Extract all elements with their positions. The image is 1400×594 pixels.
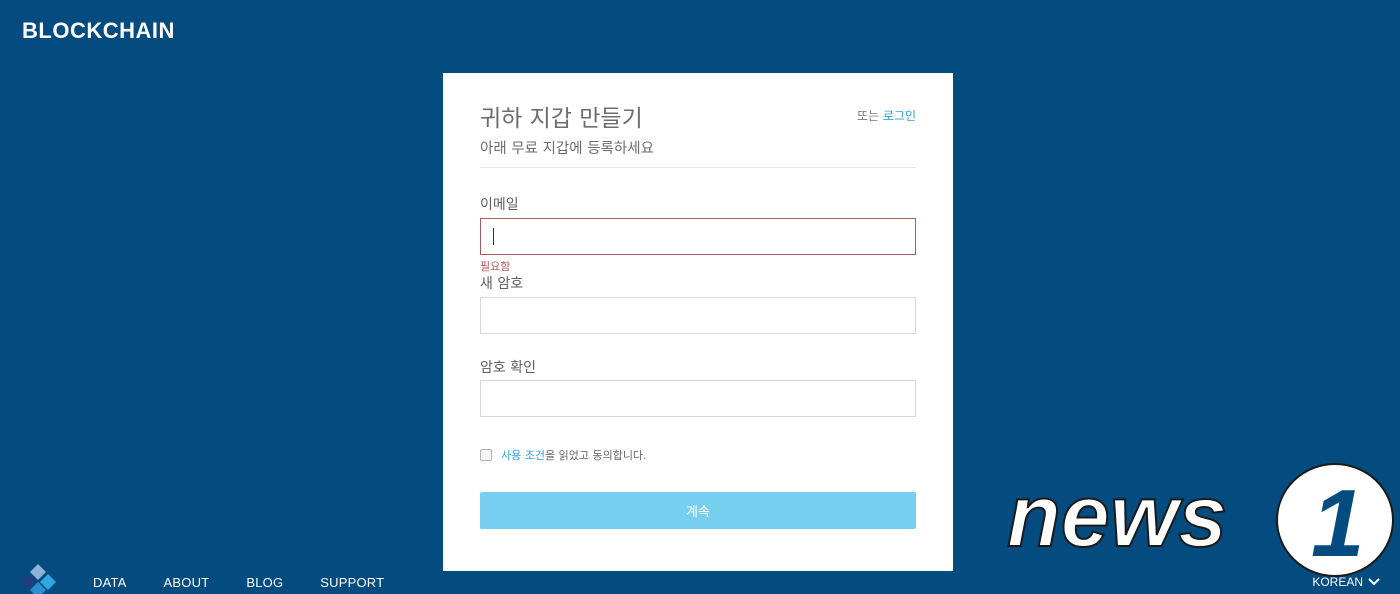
login-link[interactable]: 로그인 bbox=[883, 109, 916, 123]
divider bbox=[480, 167, 916, 168]
terms-text: 을 읽었고 동의합니다. bbox=[544, 449, 647, 462]
footer-link-blog[interactable]: BLOG bbox=[246, 575, 283, 590]
news1-watermark: news 1 bbox=[1006, 463, 1394, 577]
text-caret bbox=[493, 228, 494, 245]
confirm-password-label: 암호 확인 bbox=[480, 360, 536, 376]
page-subtitle: 아래 무료 지갑에 등록하세요 bbox=[480, 141, 654, 157]
footer-link-support[interactable]: SUPPORT bbox=[320, 575, 384, 590]
password-label: 새 암호 bbox=[480, 276, 524, 292]
email-error-message: 필요함 bbox=[480, 260, 511, 273]
blockchain-logo-icon[interactable] bbox=[18, 564, 58, 594]
email-input[interactable] bbox=[480, 218, 916, 255]
page-title: 귀하 지갑 만들기 bbox=[480, 106, 643, 132]
signup-card: 귀하 지갑 만들기 또는 로그인 아래 무료 지갑에 등록하세요 이메일 필요함… bbox=[443, 73, 953, 571]
terms-link[interactable]: 사용 조건 bbox=[501, 447, 545, 463]
terms-row: 사용 조건 을 읽었고 동의합니다. bbox=[480, 447, 647, 463]
footer-link-data[interactable]: DATA bbox=[93, 575, 127, 590]
or-login: 또는 로그인 bbox=[857, 107, 916, 124]
password-input[interactable] bbox=[480, 297, 916, 334]
confirm-password-input[interactable] bbox=[480, 380, 916, 417]
watermark-digit: 1 bbox=[1311, 470, 1364, 577]
footer-nav: DATA ABOUT BLOG SUPPORT bbox=[93, 575, 421, 590]
footer-link-about[interactable]: ABOUT bbox=[164, 575, 210, 590]
watermark-text: news bbox=[1007, 466, 1227, 565]
email-label: 이메일 bbox=[480, 197, 519, 213]
or-text: 또는 bbox=[856, 109, 880, 123]
continue-button[interactable]: 계속 bbox=[480, 492, 916, 529]
terms-checkbox[interactable] bbox=[480, 449, 492, 461]
brand-logo[interactable]: BLOCKCHAIN bbox=[22, 18, 175, 44]
chevron-down-icon bbox=[1368, 578, 1380, 586]
